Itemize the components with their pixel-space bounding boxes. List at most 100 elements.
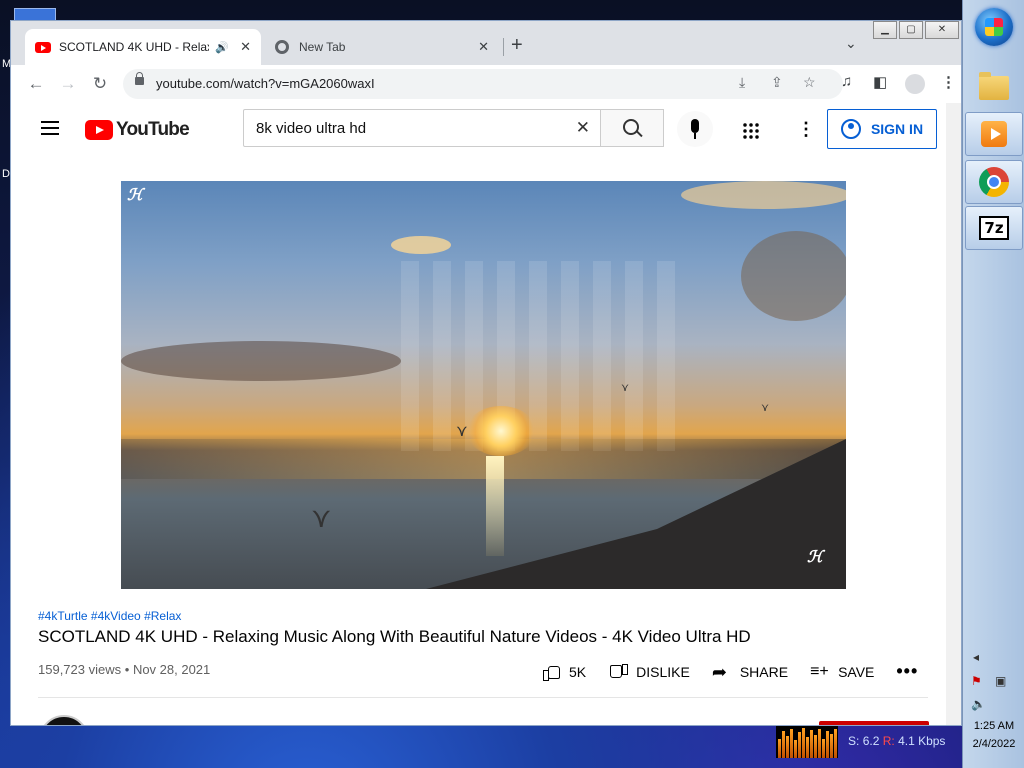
lock-icon[interactable] (135, 72, 144, 85)
search-icon (623, 119, 639, 135)
video-player[interactable]: ⋎ ⋎ ⋎ ⋎ ℋ ℋ (121, 181, 846, 589)
tab-youtube[interactable]: SCOTLAND 4K UHD - Relaxin 🔊 ✕ (25, 29, 261, 65)
network-meter-widget: S: 6.2 R: 4.1 Kbps (776, 726, 956, 760)
chrome-menu-icon[interactable]: ⋮ (941, 73, 956, 91)
bird-icon: ⋎ (761, 402, 770, 414)
clock-time[interactable]: 1:25 AM (963, 720, 1024, 732)
video-sun-reflection (486, 456, 504, 556)
save-label: SAVE (838, 663, 875, 680)
sign-in-label: SIGN IN (870, 121, 924, 137)
address-bar[interactable]: youtube.com/watch?v=mGA2060waxI ⤓ ⇪ ☆ (123, 69, 843, 99)
tab-separator (503, 38, 504, 56)
page-scrollbar[interactable] (946, 103, 961, 725)
bookmark-star-icon[interactable]: ☆ (803, 74, 816, 91)
network-icon[interactable]: ▣ (995, 674, 1006, 688)
maximize-button[interactable]: ▢ (899, 21, 923, 39)
chrome-favicon-icon (275, 40, 289, 54)
clock-date[interactable]: 2/4/2022 (963, 738, 1024, 750)
side-panel-icon[interactable]: ◧ (873, 73, 887, 91)
share-arrow-icon: ➦ (711, 661, 727, 682)
video-hashtags[interactable]: #4kTurtle #4kVideo #Relax (38, 609, 181, 623)
7zip-icon: 7z (979, 216, 1009, 240)
meta-separator: • (124, 662, 130, 677)
settings-menu-icon[interactable]: ⋮ (797, 119, 815, 140)
bird-icon: ⋎ (456, 423, 468, 440)
audio-playing-icon[interactable]: 🔊 (215, 41, 229, 54)
tab-search-chevron-icon[interactable]: ⌄ (845, 35, 857, 52)
reload-icon[interactable]: ↻ (87, 71, 113, 97)
apps-grid-icon[interactable] (742, 122, 760, 140)
install-app-icon[interactable]: ⤓ (739, 74, 745, 91)
view-count: 159,723 views (38, 662, 122, 677)
chrome-icon (979, 167, 1009, 197)
voice-search-mic-icon[interactable] (677, 111, 713, 147)
video-actions: 5K DISLIKE ➦ SHARE ≡+ SAVE ••• (541, 661, 918, 682)
video-cloud (121, 341, 401, 381)
close-tab-icon[interactable]: ✕ (478, 39, 489, 55)
network-rates: S: 6.2 R: 4.1 Kbps (848, 734, 946, 748)
thumbs-down-icon (608, 662, 629, 682)
account-icon (840, 119, 861, 139)
new-tab-button[interactable]: + (511, 35, 523, 55)
share-page-icon[interactable]: ⇪ (771, 74, 783, 91)
youtube-favicon-icon (35, 41, 51, 53)
tab-new-tab[interactable]: New Tab ✕ (263, 29, 499, 65)
share-label: SHARE (739, 663, 789, 680)
start-button[interactable] (975, 8, 1013, 46)
tab-title: SCOTLAND 4K UHD - Relaxin (59, 40, 209, 54)
thumbs-up-icon (541, 662, 561, 682)
video-cloud (741, 231, 846, 321)
like-button[interactable]: 5K (541, 662, 586, 682)
more-actions-icon[interactable]: ••• (896, 661, 918, 682)
action-center-flag-icon[interactable]: ⚑ (971, 674, 982, 688)
dislike-button[interactable]: DISLIKE (608, 662, 690, 682)
youtube-masthead: YouTube 8k video ultra hd ✕ ⋮ SIGN IN (11, 103, 961, 159)
back-arrow-icon[interactable]: ← (23, 71, 49, 97)
forward-arrow-icon[interactable]: → (55, 71, 81, 97)
channel-watermark: ℋ (127, 187, 143, 204)
video-skyline-overlay (401, 261, 681, 451)
playlist-add-icon: ≡+ (810, 662, 829, 680)
video-title: SCOTLAND 4K UHD - Relaxing Music Along W… (38, 627, 751, 646)
search-button[interactable] (600, 109, 664, 147)
media-controls-icon[interactable]: ♫ (841, 73, 852, 90)
taskbar-7zip-button[interactable]: 7z (965, 206, 1023, 250)
taskbar: 7z ◂ ⚑ ▣ 🔈 1:25 AM 2/4/2022 (962, 0, 1024, 768)
url-text[interactable]: youtube.com/watch?v=mGA2060waxI (156, 76, 375, 91)
like-count: 5K (569, 663, 587, 680)
youtube-wordmark: YouTube (116, 119, 190, 140)
chrome-window: SCOTLAND 4K UHD - Relaxin 🔊 ✕ New Tab ✕ … (10, 20, 962, 726)
search-query[interactable]: 8k video ultra hd (256, 120, 366, 137)
bird-icon: ⋎ (311, 502, 332, 533)
subscribe-button[interactable] (819, 721, 929, 725)
video-metadata: 159,723 views • Nov 28, 2021 (38, 662, 210, 677)
close-window-button[interactable]: ✕ (925, 21, 959, 39)
video-cloud (681, 181, 846, 209)
taskbar-chrome-button[interactable] (965, 160, 1023, 204)
browser-toolbar: ← → ↻ youtube.com/watch?v=mGA2060waxI ⤓ … (11, 65, 961, 104)
sign-in-button[interactable]: SIGN IN (827, 109, 937, 149)
minimize-button[interactable]: ▁ (873, 21, 897, 39)
upload-date: Nov 28, 2021 (132, 662, 211, 677)
search-input[interactable]: 8k video ultra hd ✕ (243, 109, 601, 147)
tab-title: New Tab (299, 40, 346, 54)
tab-strip: SCOTLAND 4K UHD - Relaxin 🔊 ✕ New Tab ✕ … (11, 21, 961, 65)
close-tab-icon[interactable]: ✕ (240, 39, 251, 55)
profile-avatar-icon[interactable] (905, 74, 925, 94)
volume-icon[interactable]: 🔈 (971, 697, 986, 711)
clear-search-icon[interactable]: ✕ (576, 118, 590, 138)
folder-icon (979, 72, 1009, 100)
video-cloud (391, 236, 451, 254)
channel-avatar[interactable] (39, 715, 89, 725)
share-button[interactable]: ➦ SHARE (712, 662, 788, 682)
video-sun (466, 406, 536, 456)
media-player-icon (981, 121, 1007, 147)
youtube-logo[interactable]: YouTube (85, 119, 190, 141)
hamburger-menu-icon[interactable] (41, 121, 59, 135)
taskbar-explorer-button[interactable] (965, 66, 1023, 110)
taskbar-media-player-button[interactable] (965, 112, 1023, 156)
tray-expand-icon[interactable]: ◂ (973, 650, 979, 664)
channel-watermark: ℋ (807, 549, 823, 566)
save-button[interactable]: ≡+ SAVE (810, 662, 874, 682)
dislike-label: DISLIKE (636, 663, 690, 680)
